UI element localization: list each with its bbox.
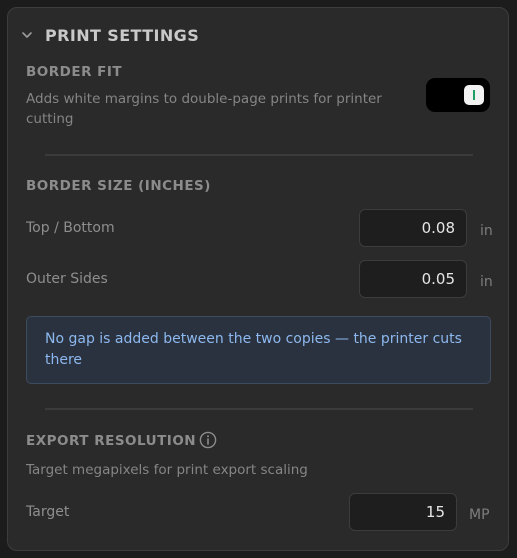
no-gap-info-box: No gap is added between the two copies —… bbox=[26, 316, 491, 384]
target-unit: MP bbox=[469, 507, 490, 523]
border-fit-toggle[interactable] bbox=[426, 78, 490, 112]
section-header-title: PRINT SETTINGS bbox=[45, 25, 200, 45]
export-resolution-description: Target megapixels for print export scali… bbox=[26, 462, 308, 478]
border-fit-description: Adds white margins to double-page prints… bbox=[26, 91, 382, 127]
top-bottom-input[interactable] bbox=[359, 209, 467, 247]
outer-sides-unit: in bbox=[480, 274, 493, 290]
top-bottom-label: Top / Bottom bbox=[26, 220, 115, 236]
print-settings-header[interactable]: PRINT SETTINGS bbox=[21, 24, 199, 46]
border-fit-title: BORDER FIT bbox=[26, 64, 123, 80]
target-label: Target bbox=[26, 504, 70, 520]
outer-sides-label: Outer Sides bbox=[26, 271, 108, 287]
top-bottom-unit: in bbox=[480, 223, 493, 239]
divider bbox=[45, 154, 473, 156]
chevron-down-icon bbox=[22, 32, 32, 38]
target-megapixels-input[interactable] bbox=[349, 493, 457, 531]
border-size-title: BORDER SIZE (INCHES) bbox=[26, 178, 211, 194]
divider bbox=[45, 408, 473, 410]
info-icon[interactable] bbox=[199, 431, 217, 449]
export-resolution-title: EXPORT RESOLUTION bbox=[26, 433, 197, 449]
toggle-knob bbox=[464, 85, 484, 105]
outer-sides-input[interactable] bbox=[359, 260, 467, 298]
